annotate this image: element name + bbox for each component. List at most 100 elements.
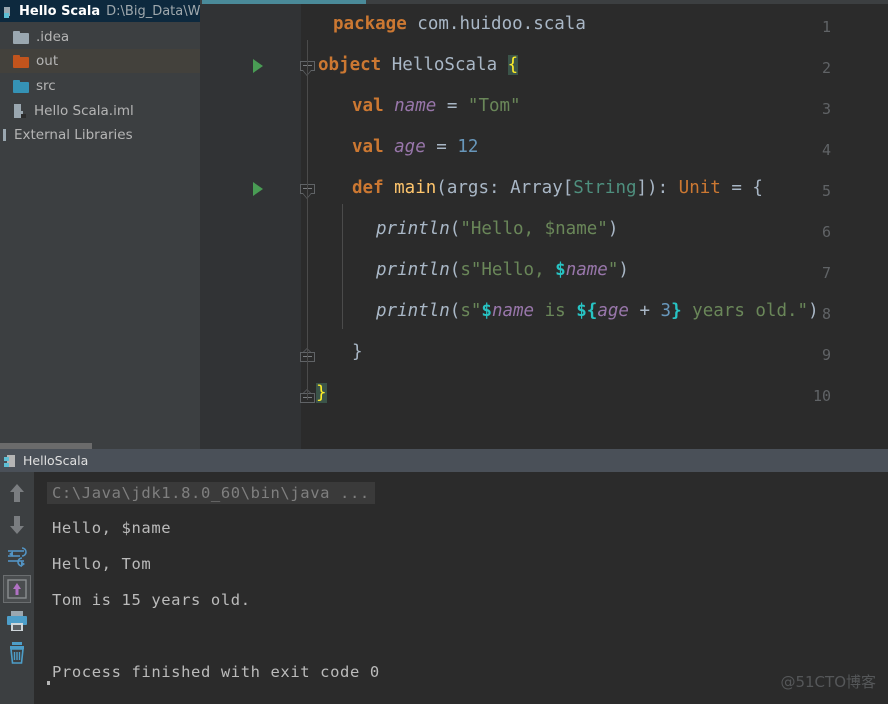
run-main-gutter-icon[interactable] [253,182,263,196]
keyword-package: package [333,14,407,34]
code-line-1: package com.huidoo.scala [333,4,586,45]
operator-eq: = [436,96,468,116]
run-tab-label: HelloScala [23,453,89,468]
folder-grey-icon [13,30,29,44]
bracket-open: [ [562,178,574,198]
keyword-val: val [352,137,384,157]
run-tool-window: HelloScala C:\Java\jdk1.8.0_60\bin\java … [0,449,888,704]
scroll-to-end-icon[interactable] [3,575,31,603]
editor-gutter[interactable] [200,4,301,449]
interpolation-block-close: } [671,301,682,321]
code-line-7: println(s"Hello, $name") [376,250,629,291]
interpolation-dollar: $ [481,301,492,321]
interpolated-name: name [491,301,535,321]
code-text-area[interactable]: package com.huidoo.scala object HelloSca… [307,4,888,449]
clear-all-icon[interactable] [3,639,31,667]
keyword-def: def [352,178,384,198]
package-name: com.huidoo.scala [406,14,586,34]
number-literal: 3 [660,301,672,321]
paren-close: ) [808,301,819,321]
console-toolbar [0,472,34,704]
console-output-line: Tom is 15 years old. [52,591,251,609]
console-output-line: Process finished with exit code 0 [52,663,380,681]
function-name-main: main [383,178,437,198]
folder-orange-icon [13,54,29,68]
project-tool-window: Hello Scala D:\Big_Data\Wo .idea out src… [0,0,200,449]
identifier-age: age [383,137,426,157]
console-output-line: Hello, Tom [52,555,152,573]
indent-guide [307,40,308,400]
paren-open: ( [449,219,461,239]
method-println: println [376,301,450,321]
scroll-up-icon[interactable] [3,479,31,507]
string-interpolator-prefix: s" [460,301,482,321]
code-line-4: val age = 12 [352,127,478,168]
type-array: Array [510,178,563,198]
method-println: println [376,260,450,280]
identifier-name: name [383,96,437,116]
matched-brace-open: { [507,55,519,75]
run-configuration-icon [4,454,17,468]
tree-item-label: out [36,53,59,69]
project-header[interactable]: Hello Scala D:\Big_Data\Wo [0,0,200,22]
body-open: = { [720,178,763,198]
tree-item-label: .idea [36,29,70,45]
type-unit: Unit [678,178,721,198]
string-fragment: years old." [681,301,809,321]
tree-item-iml[interactable]: Hello Scala.iml [0,99,200,123]
string-fragment: is [534,301,577,321]
console-command-line: C:\Java\jdk1.8.0_60\bin\java ... [47,482,375,504]
paren-open: ( [449,260,461,280]
string-literal: "Hello, $name" [460,219,608,239]
ide-window: Hello Scala D:\Big_Data\Wo .idea out src… [0,0,888,704]
code-line-2: object HelloScala { [318,45,519,86]
tree-item-idea[interactable]: .idea [0,25,200,49]
matched-brace-close: } [316,383,327,403]
code-line-3: val name = "Tom" [352,86,521,127]
code-line-10: } [316,373,327,414]
paren-close: ) [607,219,619,239]
string-quote-close: " [607,260,619,280]
library-icon [2,128,9,142]
string-literal: "Tom" [467,96,521,116]
method-println: println [376,219,450,239]
string-interpolator-prefix: s"Hello, [460,260,556,280]
print-icon[interactable] [3,607,31,635]
module-file-icon [13,103,28,119]
tree-item-src[interactable]: src [0,74,200,98]
console-output-area[interactable]: C:\Java\jdk1.8.0_60\bin\java ... Hello, … [34,472,888,704]
code-line-9: } [352,332,363,373]
interpolation-dollar: $ [555,260,566,280]
scroll-down-icon[interactable] [3,511,31,539]
interpolation-block-open: ${ [576,301,598,321]
code-line-8: println(s"$name is ${age + 3} years old.… [376,291,819,332]
watermark-label: @51CTO博客 [780,673,876,691]
project-path-label: D:\Big_Data\Wo [106,3,200,19]
tree-item-out[interactable]: out [0,49,200,73]
run-object-gutter-icon[interactable] [253,59,263,73]
bracket-close: ]): [636,178,679,198]
brace-close-main: } [352,342,363,362]
tree-item-label: Hello Scala.iml [34,103,134,119]
project-root-icon [4,5,14,18]
indent-guide [342,204,343,329]
params-open: (args: [436,178,511,198]
console-output-line: Hello, $name [52,519,172,537]
tree-item-external-libraries[interactable]: External Libraries [0,123,200,147]
interpolated-name: name [565,260,608,280]
paren-close: ) [618,260,629,280]
keyword-val: val [352,96,384,116]
keyword-object: object [318,55,382,75]
number-literal: 12 [457,137,479,157]
object-name: HelloScala [381,55,508,75]
code-editor[interactable]: 1 2 3 4 5 6 7 8 9 10 package com.huidoo.… [200,0,888,449]
run-tab-bar[interactable]: HelloScala [0,449,888,472]
soft-wrap-icon[interactable] [3,543,31,571]
code-line-6: println("Hello, $name") [376,209,618,250]
interpolated-age: age [597,301,629,321]
console-caret [47,681,50,685]
tree-item-label: External Libraries [14,127,133,143]
operator-plus: + [628,301,661,321]
operator-eq: = [425,137,458,157]
paren-open: ( [449,301,461,321]
